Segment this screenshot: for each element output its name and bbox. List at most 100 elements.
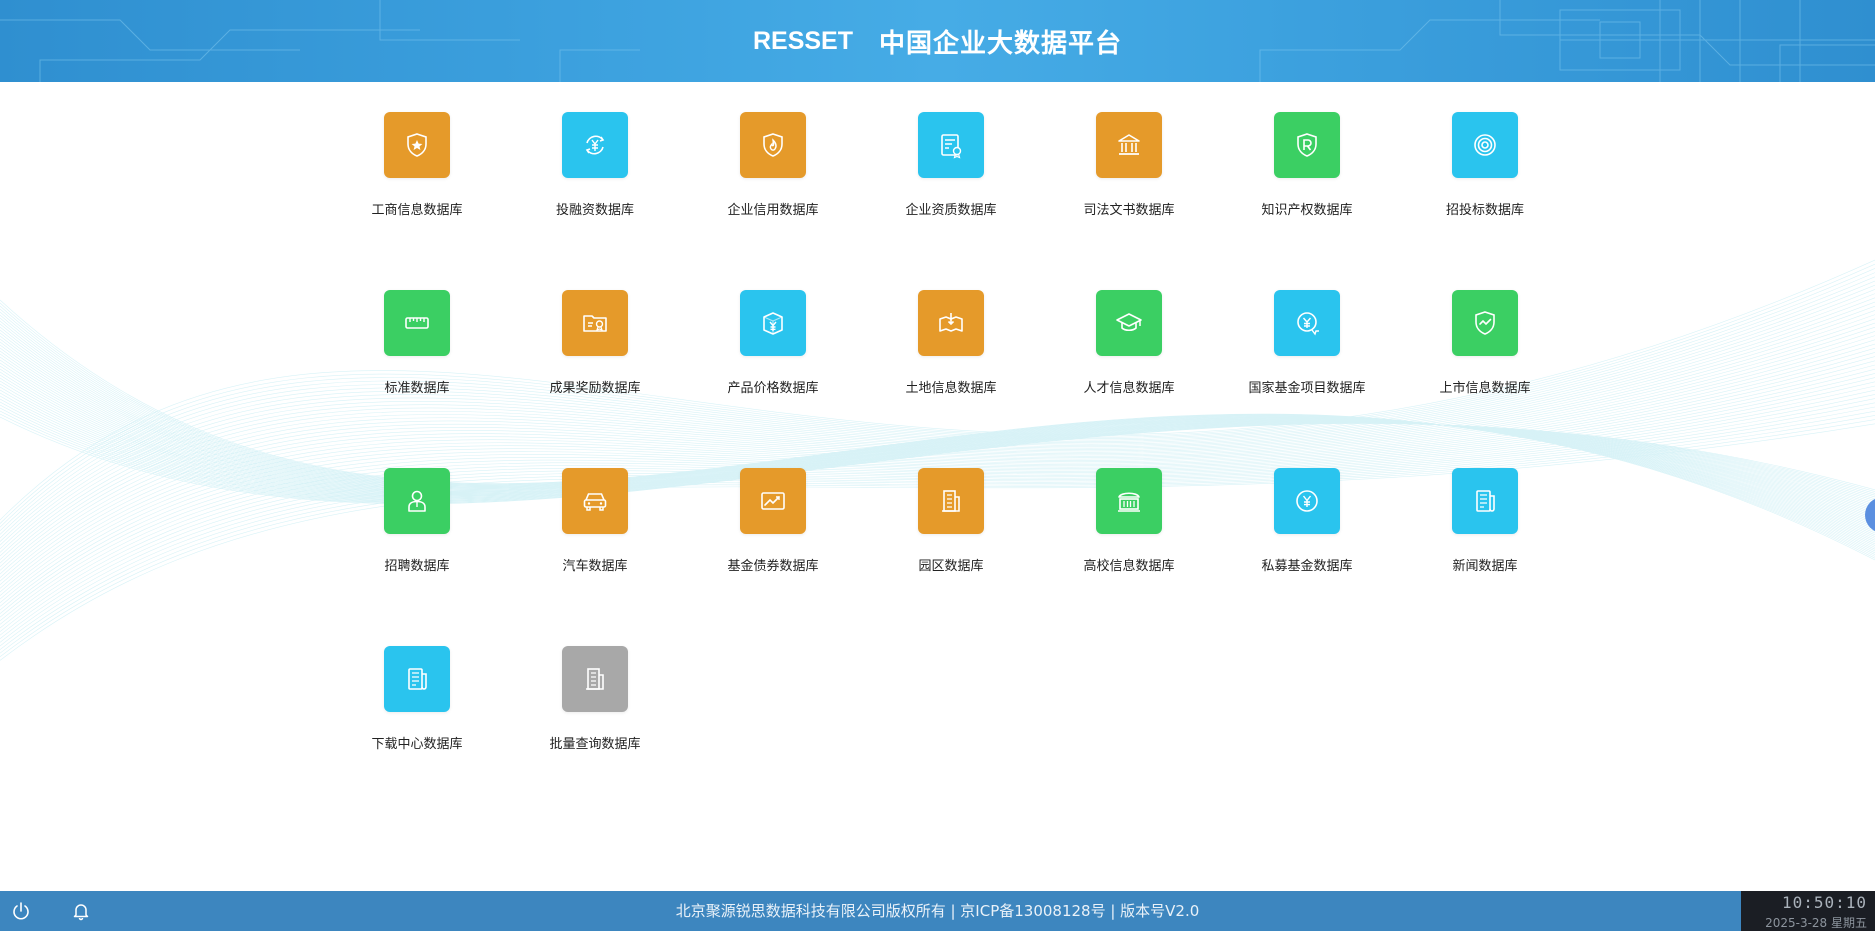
tile-icon-box[interactable] bbox=[1096, 290, 1162, 356]
tile-icon-box[interactable] bbox=[384, 646, 450, 712]
database-tile[interactable]: 上市信息数据库 bbox=[1405, 290, 1565, 420]
tile-icon-box[interactable] bbox=[918, 290, 984, 356]
tile-icon-box[interactable] bbox=[1452, 290, 1518, 356]
tile-label[interactable]: 投融资数据库 bbox=[556, 199, 634, 218]
tile-icon-box[interactable] bbox=[384, 290, 450, 356]
tile-icon-box[interactable] bbox=[1274, 468, 1340, 534]
tile-icon-box[interactable] bbox=[562, 468, 628, 534]
newspaper-icon bbox=[408, 668, 427, 690]
database-tile[interactable]: 招聘数据库 bbox=[337, 468, 497, 598]
courthouse-icon bbox=[1118, 134, 1140, 155]
database-tile[interactable]: 国家基金项目数据库 bbox=[1227, 290, 1387, 420]
tile-label[interactable]: 下载中心数据库 bbox=[371, 733, 462, 752]
folder-award-icon bbox=[583, 315, 607, 332]
tile-label[interactable]: 司法文书数据库 bbox=[1083, 199, 1174, 218]
database-tile[interactable]: 汽车数据库 bbox=[515, 468, 675, 598]
tile-label[interactable]: 成果奖励数据库 bbox=[549, 377, 640, 396]
footer-bar: 北京聚源锐思数据科技有限公司版权所有 | 京ICP备13008128号 | 版本… bbox=[0, 891, 1875, 931]
certificate-icon bbox=[941, 134, 962, 159]
database-tile[interactable]: 工商信息数据库 bbox=[337, 112, 497, 242]
tile-label[interactable]: 产品价格数据库 bbox=[727, 377, 818, 396]
tile-label[interactable]: 标准数据库 bbox=[384, 377, 449, 396]
tile-label[interactable]: 企业资质数据库 bbox=[905, 199, 996, 218]
tile-label[interactable]: 基金债券数据库 bbox=[727, 555, 818, 574]
brand-name: RESSET bbox=[752, 26, 853, 55]
trademark-shield-icon bbox=[1297, 133, 1317, 157]
database-tile[interactable]: 标准数据库 bbox=[337, 290, 497, 420]
shield-star-icon bbox=[407, 133, 427, 157]
header-title: RESSET 中国企业大数据平台 bbox=[0, 0, 1875, 82]
tile-icon-box[interactable] bbox=[1096, 468, 1162, 534]
database-grid: 工商信息数据库 投融资数据库 企业信用数据库 企业资质数据库 司法文书数据库 知识产权数据… bbox=[0, 0, 1875, 931]
clock-date: 2025-3-28 星期五 bbox=[1765, 916, 1867, 930]
tile-icon-box[interactable] bbox=[1452, 468, 1518, 534]
tile-label[interactable]: 招投标数据库 bbox=[1446, 199, 1524, 218]
yuan-exchange-icon bbox=[585, 135, 605, 155]
tile-label[interactable]: 高校信息数据库 bbox=[1083, 555, 1174, 574]
database-tile[interactable]: 招投标数据库 bbox=[1405, 112, 1565, 242]
database-tile[interactable]: 私募基金数据库 bbox=[1227, 468, 1387, 598]
tile-icon-box[interactable] bbox=[562, 112, 628, 178]
tile-icon-box[interactable] bbox=[740, 112, 806, 178]
shield-flame-icon bbox=[763, 133, 783, 157]
database-tile[interactable]: 企业信用数据库 bbox=[693, 112, 853, 242]
tile-icon-box[interactable] bbox=[740, 290, 806, 356]
tile-label[interactable]: 批量查询数据库 bbox=[549, 733, 640, 752]
ruler-icon bbox=[405, 317, 429, 329]
building-icon bbox=[586, 668, 604, 690]
tile-icon-box[interactable] bbox=[1274, 290, 1340, 356]
database-tile[interactable]: 司法文书数据库 bbox=[1049, 112, 1209, 242]
database-tile[interactable]: 批量查询数据库 bbox=[515, 646, 675, 776]
database-tile[interactable]: 知识产权数据库 bbox=[1227, 112, 1387, 242]
database-tile[interactable]: 企业资质数据库 bbox=[871, 112, 1031, 242]
tile-icon-box[interactable] bbox=[1274, 112, 1340, 178]
database-tile[interactable]: 土地信息数据库 bbox=[871, 290, 1031, 420]
tile-icon-box[interactable] bbox=[918, 468, 984, 534]
database-tile[interactable]: 基金债券数据库 bbox=[693, 468, 853, 598]
tile-icon-box[interactable] bbox=[562, 290, 628, 356]
land-map-icon bbox=[939, 313, 963, 332]
database-tile[interactable]: 成果奖励数据库 bbox=[515, 290, 675, 420]
tile-label[interactable]: 新闻数据库 bbox=[1452, 555, 1517, 574]
database-tile[interactable]: 新闻数据库 bbox=[1405, 468, 1565, 598]
tile-label[interactable]: 人才信息数据库 bbox=[1083, 377, 1174, 396]
tile-icon-box[interactable] bbox=[384, 112, 450, 178]
tile-icon-box[interactable] bbox=[740, 468, 806, 534]
clock-widget: 10:50:10 2025-3-28 星期五 bbox=[1741, 891, 1875, 931]
platform-title: 中国企业大数据平台 bbox=[879, 28, 1123, 59]
tile-label[interactable]: 私募基金数据库 bbox=[1261, 555, 1352, 574]
database-tile[interactable]: 园区数据库 bbox=[871, 468, 1031, 598]
trend-chart-icon bbox=[761, 492, 785, 510]
tile-label[interactable]: 上市信息数据库 bbox=[1439, 377, 1530, 396]
tile-icon-box[interactable] bbox=[1096, 112, 1162, 178]
tile-label[interactable]: 园区数据库 bbox=[918, 555, 983, 574]
person-icon bbox=[408, 490, 426, 512]
tile-label[interactable]: 汽车数据库 bbox=[562, 555, 627, 574]
database-tile[interactable]: 下载中心数据库 bbox=[337, 646, 497, 776]
newspaper-icon bbox=[1476, 490, 1495, 512]
tile-label[interactable]: 工商信息数据库 bbox=[371, 199, 462, 218]
target-icon bbox=[1474, 134, 1496, 156]
fund-badge-icon bbox=[1297, 312, 1319, 336]
tile-icon-box[interactable] bbox=[918, 112, 984, 178]
university-icon bbox=[1118, 492, 1140, 512]
tile-label[interactable]: 企业信用数据库 bbox=[727, 199, 818, 218]
graduation-cap-icon bbox=[1116, 313, 1142, 332]
tile-icon-box[interactable] bbox=[384, 468, 450, 534]
database-tile[interactable]: 高校信息数据库 bbox=[1049, 468, 1209, 598]
price-box-icon bbox=[763, 312, 783, 335]
tile-label[interactable]: 招聘数据库 bbox=[384, 555, 449, 574]
tile-label[interactable]: 国家基金项目数据库 bbox=[1248, 377, 1365, 396]
shield-check-icon bbox=[1475, 311, 1495, 335]
tile-label[interactable]: 知识产权数据库 bbox=[1261, 199, 1352, 218]
tile-icon-box[interactable] bbox=[1452, 112, 1518, 178]
tile-label[interactable]: 土地信息数据库 bbox=[905, 377, 996, 396]
clock-time: 10:50:10 bbox=[1781, 893, 1867, 912]
database-tile[interactable]: 投融资数据库 bbox=[515, 112, 675, 242]
copyright-text: 北京聚源锐思数据科技有限公司版权所有 | 京ICP备13008128号 | 版本… bbox=[675, 902, 1200, 920]
header-bar: RESSET 中国企业大数据平台 bbox=[0, 0, 1875, 82]
database-tile[interactable]: 产品价格数据库 bbox=[693, 290, 853, 420]
tile-icon-box[interactable] bbox=[562, 646, 628, 712]
building-icon bbox=[942, 490, 960, 512]
database-tile[interactable]: 人才信息数据库 bbox=[1049, 290, 1209, 420]
